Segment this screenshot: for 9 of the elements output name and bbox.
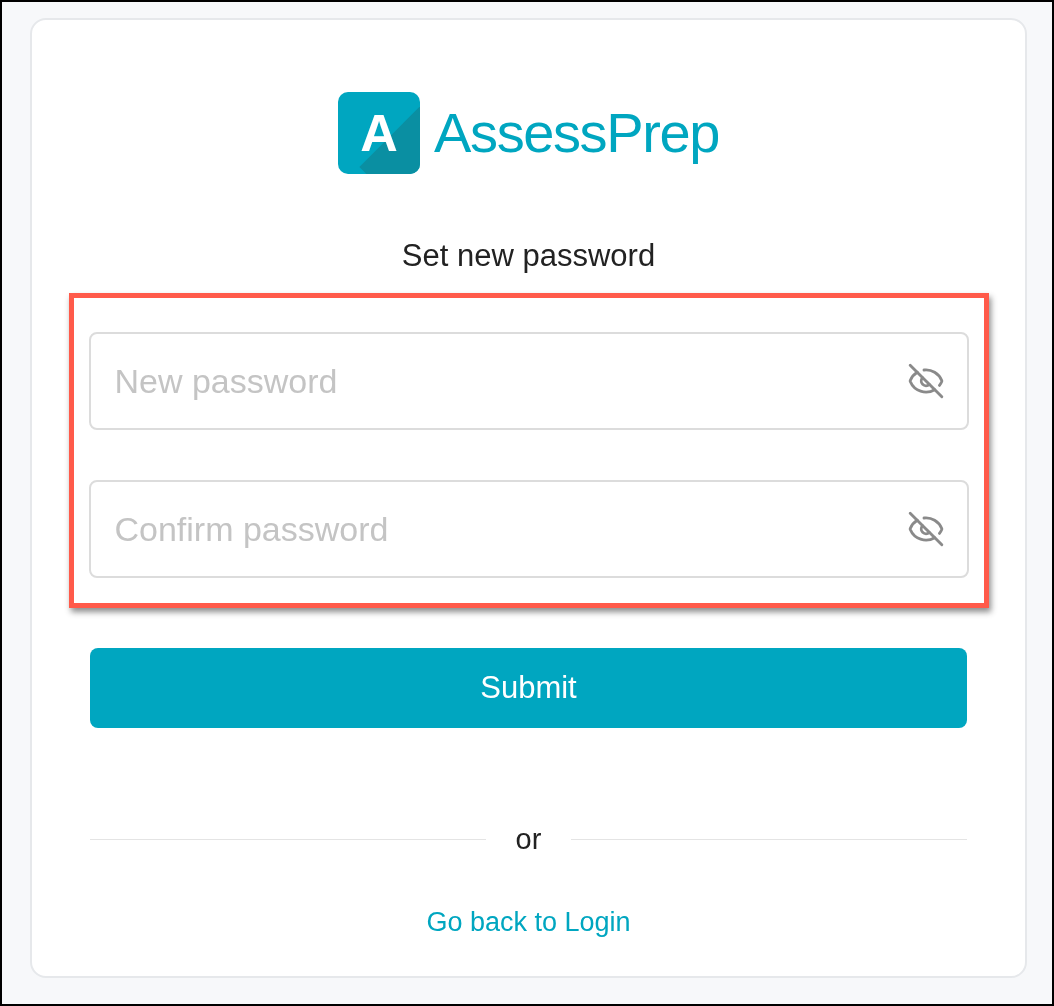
divider-label: or [515, 822, 542, 857]
eye-slash-icon[interactable] [906, 362, 945, 400]
form-heading: Set new password [401, 240, 656, 271]
submit-button[interactable]: Submit [90, 648, 967, 728]
password-field[interactable]: Confirm password [88, 480, 969, 578]
login-link[interactable]: Go back to Login [426, 901, 631, 942]
logo-icon: A [338, 92, 421, 174]
eye-slash-icon[interactable] [906, 510, 945, 548]
password-field[interactable]: New password [88, 332, 969, 430]
